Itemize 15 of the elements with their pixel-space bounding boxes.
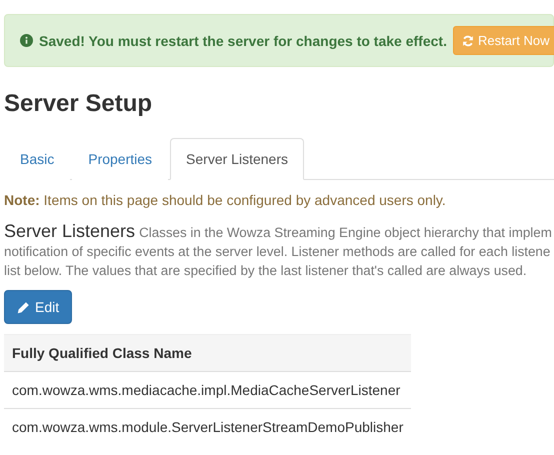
alert-message: Saved! You must restart the server for changes to take effect. <box>39 32 447 48</box>
table-cell: com.wowza.wms.module.ServerListenerStreamDemoPublisher <box>4 408 412 445</box>
note-text: Note: Items on this page should be configured by advanced users only. <box>4 192 447 208</box>
info-icon <box>20 34 33 47</box>
page-title: Server Setup <box>4 90 154 118</box>
table-cell: com.wowza.wms.mediacache.impl.MediaCacheServerListener <box>4 372 412 408</box>
pencil-icon <box>17 300 30 314</box>
description-text: list below. The values that are specified by the last listener that's called are always used. <box>4 262 528 280</box>
description-text: notification of specific events at the server level. Listener methods are called for each listene <box>4 243 552 261</box>
refresh-icon <box>462 34 474 46</box>
edit-button[interactable]: Edit <box>4 290 72 324</box>
tab[interactable]: Server Listeners <box>170 138 304 180</box>
column-header: Fully Qualified Class Name <box>4 334 412 372</box>
description-text: Classes in the Wowza Streaming Engine object hierarchy that implem <box>139 224 552 242</box>
section-heading: Server Listeners <box>4 222 136 241</box>
